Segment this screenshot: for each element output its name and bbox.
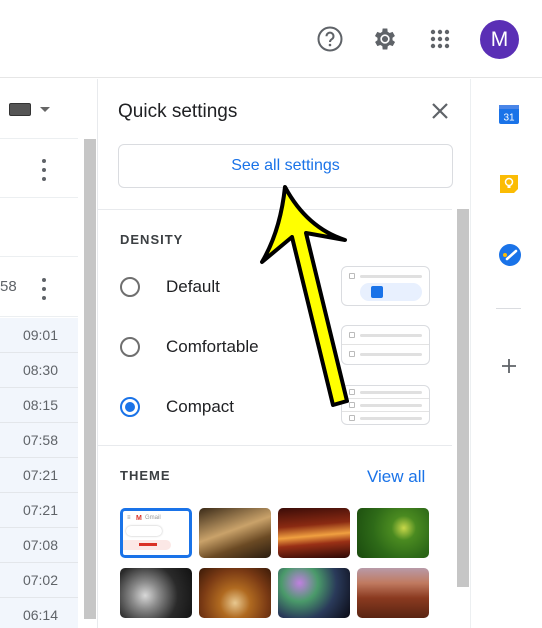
panel-title: Quick settings <box>118 101 238 122</box>
help-icon[interactable] <box>315 24 345 54</box>
compose-chip <box>126 526 162 536</box>
settings-gear-icon[interactable] <box>370 24 400 54</box>
menu-icon: ≡ <box>127 515 131 521</box>
email-row[interactable]: 07:21 <box>0 493 78 528</box>
view-all-themes-link[interactable]: View all <box>367 467 425 487</box>
gmail-window: M 58 09:01 08:30 08:15 07:58 07:21 07:21… <box>0 0 542 628</box>
option-label: Compact <box>166 397 235 416</box>
email-row[interactable]: 07:58 <box>0 423 78 458</box>
checkbox-icon <box>349 273 355 279</box>
svg-text:31: 31 <box>503 113 515 124</box>
radio-button[interactable] <box>120 337 140 357</box>
theme-thumb-autumn-leaves[interactable] <box>199 568 271 618</box>
email-row[interactable]: 09:01 <box>0 318 78 353</box>
more-options-icon[interactable] <box>40 278 48 300</box>
email-time: 58 <box>0 278 17 295</box>
gmail-logo-icon: M <box>136 515 142 522</box>
chevron-down-icon[interactable] <box>40 107 50 112</box>
email-row[interactable]: 07:21 <box>0 458 78 493</box>
keep-icon[interactable] <box>498 173 520 195</box>
more-options-icon[interactable] <box>40 159 48 181</box>
quick-settings-panel: Quick settings See all settings DENSITY … <box>97 79 469 628</box>
email-row[interactable]: 08:15 <box>0 388 78 423</box>
theme-thumb-river-canyon[interactable] <box>357 568 429 618</box>
list-toolbar-row <box>0 138 78 198</box>
density-label: DENSITY <box>120 232 184 247</box>
list-row[interactable] <box>0 198 78 257</box>
density-preview-default <box>341 266 430 306</box>
list-row[interactable]: 58 <box>0 257 78 317</box>
account-avatar[interactable]: M <box>480 20 519 59</box>
divider <box>98 445 452 446</box>
side-panel: 31 <box>470 79 542 628</box>
theme-thumb-chess[interactable] <box>199 508 271 558</box>
close-icon[interactable] <box>428 99 452 123</box>
theme-thumb-pipes[interactable] <box>120 568 192 618</box>
document-icon <box>371 286 383 298</box>
density-preview-compact <box>341 385 430 425</box>
density-option-default[interactable]: Default <box>120 272 320 302</box>
theme-thumb-default[interactable]: ≡ M Gmail <box>120 508 192 558</box>
divider <box>496 308 521 309</box>
density-option-comfortable[interactable]: Comfortable <box>120 332 320 362</box>
theme-thumb-bokeh-lights[interactable] <box>278 568 350 618</box>
density-option-compact[interactable]: Compact <box>120 392 320 422</box>
see-all-settings-button[interactable]: See all settings <box>118 144 453 188</box>
density-preview-comfortable <box>341 325 430 365</box>
quick-settings-scrollbar[interactable] <box>457 209 469 587</box>
email-row[interactable]: 07:08 <box>0 528 78 563</box>
gmail-text: Gmail <box>145 515 161 521</box>
theme-thumb-canyon[interactable] <box>278 508 350 558</box>
email-row[interactable]: 08:30 <box>0 353 78 388</box>
tasks-icon[interactable] <box>498 243 521 266</box>
inbox-highlight <box>123 540 171 550</box>
radio-button[interactable] <box>120 277 140 297</box>
calendar-icon[interactable]: 31 <box>498 103 520 125</box>
email-row[interactable]: 07:02 <box>0 563 78 598</box>
theme-label: THEME <box>120 468 171 483</box>
line-placeholder <box>360 275 422 278</box>
keyboard-icon[interactable] <box>9 103 31 116</box>
radio-button-selected[interactable] <box>120 397 140 417</box>
add-addon-icon[interactable] <box>498 355 520 377</box>
mail-list: 58 09:01 08:30 08:15 07:58 07:21 07:21 0… <box>0 79 96 628</box>
attachment-chip <box>360 283 422 301</box>
theme-thumb-caterpillar[interactable] <box>357 508 429 558</box>
mail-list-scrollbar[interactable] <box>84 139 96 619</box>
top-bar: M <box>0 0 542 78</box>
divider <box>98 209 452 210</box>
email-row[interactable]: 06:14 <box>0 598 78 628</box>
option-label: Default <box>166 277 220 296</box>
apps-grid-icon[interactable] <box>425 24 455 54</box>
option-label: Comfortable <box>166 337 259 356</box>
